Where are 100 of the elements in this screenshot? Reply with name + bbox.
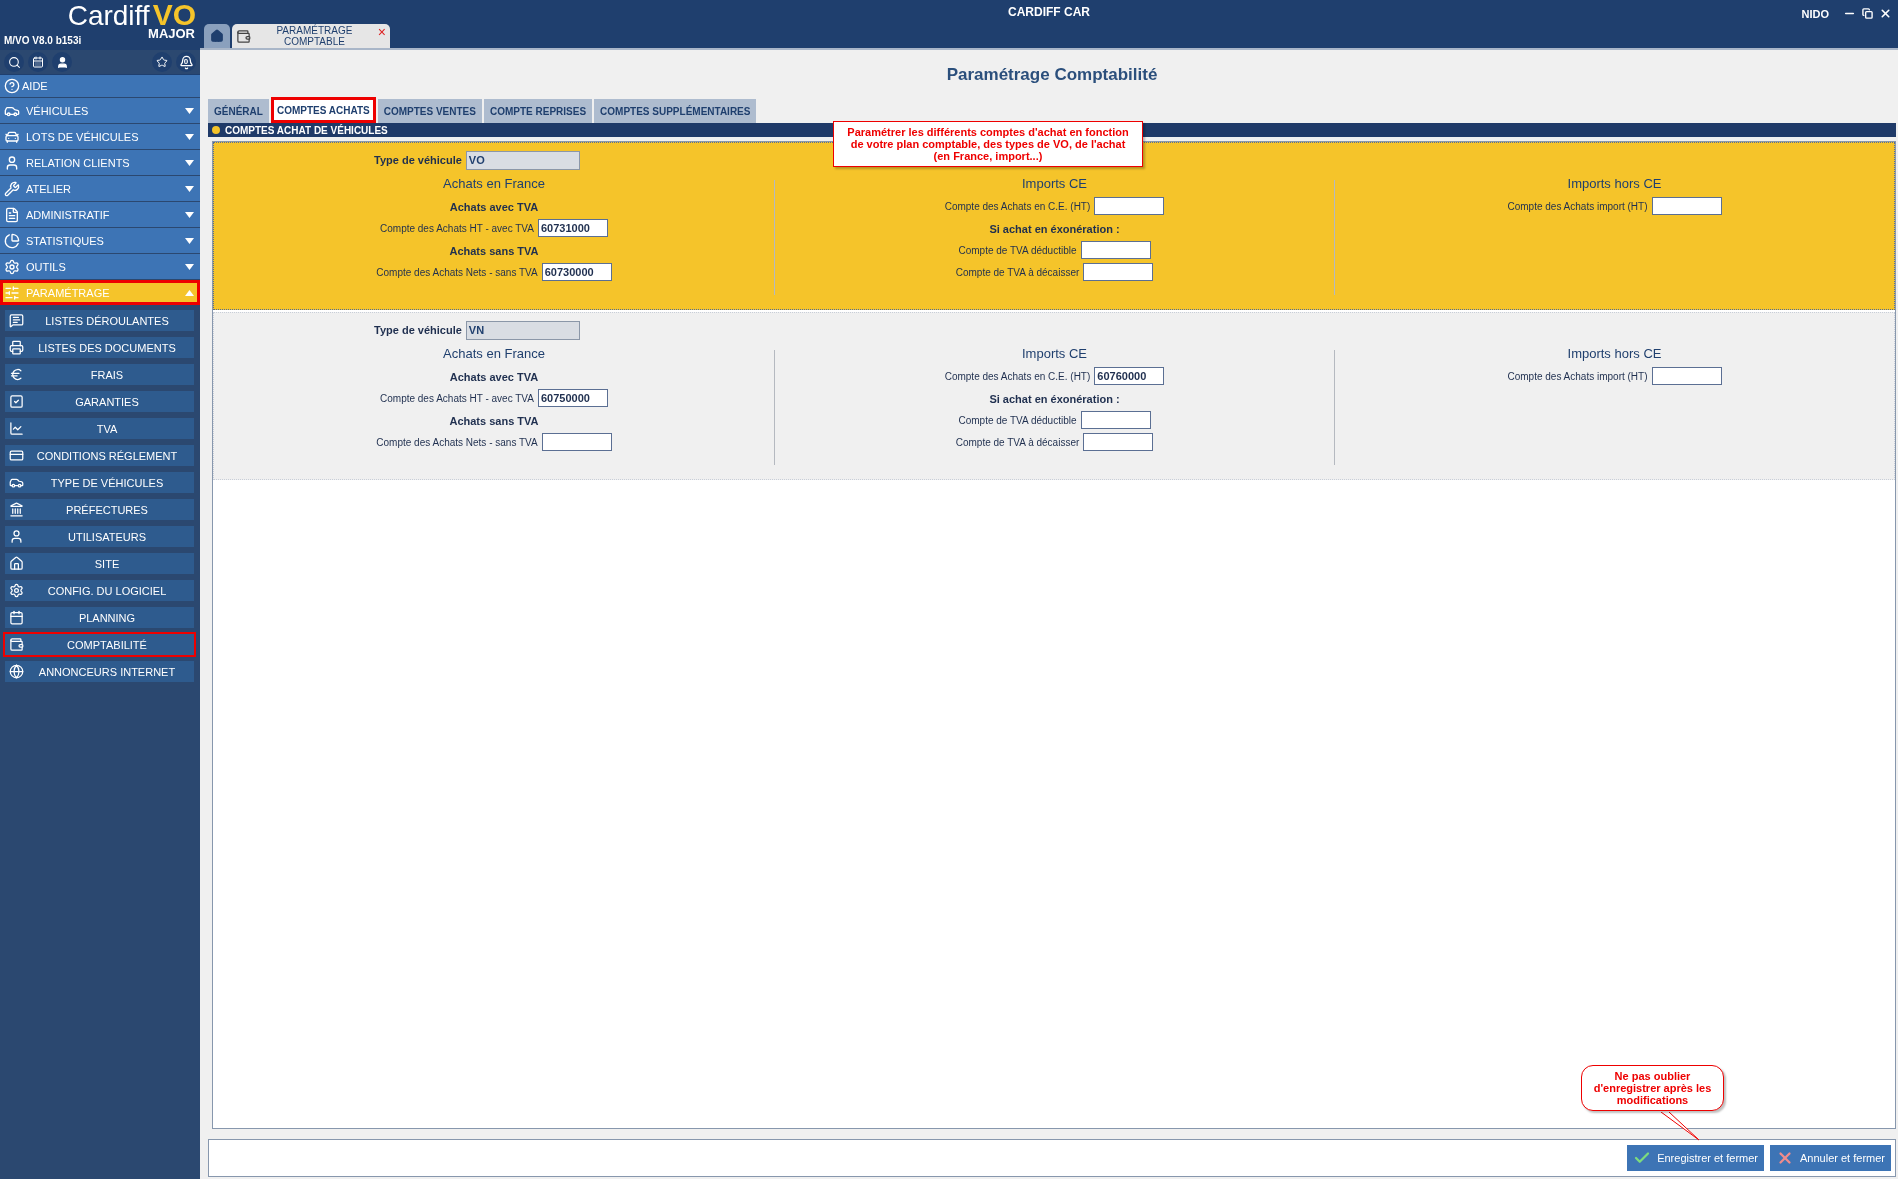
subheading: Si achat en éxonération : <box>989 223 1120 235</box>
field-label: Type de véhicule <box>374 154 462 166</box>
account-field[interactable] <box>1083 263 1154 281</box>
notifications-icon[interactable]: 0 <box>176 52 196 72</box>
sidebar-submenu-item[interactable]: COMPTABILITÉ <box>3 632 196 657</box>
field-label: Compte de TVA déductible <box>958 414 1077 426</box>
account-field[interactable] <box>1651 367 1722 385</box>
sidebar-submenu-item[interactable]: UTILISATEURS <box>3 524 196 549</box>
calendar-icon <box>9 610 24 625</box>
tab[interactable]: COMPTES SUPPLÉMENTAIRES <box>594 99 757 123</box>
field-label: Compte des Achats HT - avec TVA <box>380 222 534 234</box>
account-field[interactable]: 60750000 <box>538 389 608 407</box>
account-field[interactable] <box>1080 411 1151 429</box>
sidebar-menu-item[interactable]: ADMINISTRATIF <box>0 202 200 227</box>
tab[interactable]: COMPTES VENTES <box>377 99 482 123</box>
person-icon <box>9 529 24 544</box>
caret-down-icon <box>185 263 194 270</box>
sidebar-submenu-item[interactable]: PRÉFECTURES <box>3 497 196 522</box>
vehicle-type-field[interactable]: VN <box>465 320 580 340</box>
account-field[interactable] <box>1094 197 1165 215</box>
subheading: Achats avec TVA <box>449 371 539 383</box>
sidebar-submenu-item[interactable]: FRAIS <box>3 362 196 387</box>
sidebar-menu-item[interactable]: LOTS DE VÉHICULES <box>0 124 200 149</box>
field-label: Compte de TVA déductible <box>958 244 1077 256</box>
column-heading: Imports CE <box>1022 346 1087 361</box>
field-label: Type de véhicule <box>374 324 462 336</box>
globe-icon <box>9 664 24 679</box>
field-label: Compte des Achats en C.E. (HT) <box>944 370 1091 382</box>
person-icon[interactable] <box>52 52 72 72</box>
home-icon <box>210 29 224 43</box>
subheading: Si achat en éxonération : <box>989 393 1120 405</box>
caret-down-icon <box>185 107 194 114</box>
sidebar-submenu-item[interactable]: CONFIG. DU LOGICIEL <box>3 578 196 603</box>
sidebar-submenu-item[interactable]: LISTES DES DOCUMENTS <box>3 335 196 360</box>
column-heading: Imports hors CE <box>1567 346 1662 361</box>
column-heading: Imports hors CE <box>1567 176 1662 191</box>
column-heading: Achats en France <box>443 346 545 361</box>
field-label: Compte des Achats import (HT) <box>1507 200 1648 212</box>
account-field[interactable]: 60760000 <box>1094 367 1165 385</box>
calendar-icon[interactable] <box>28 52 48 72</box>
account-field[interactable] <box>541 433 612 451</box>
sidebar-menu-item[interactable]: STATISTIQUES <box>0 228 200 253</box>
sidebar-submenu-item[interactable]: TVA <box>3 416 196 441</box>
help-menu-item[interactable]: AIDE <box>0 75 200 97</box>
caret-down-icon <box>185 185 194 192</box>
notification-count: 0 <box>183 57 189 66</box>
caret-down-icon <box>185 159 194 166</box>
document-tab[interactable]: PARAMÉTRAGE COMPTABLE × <box>232 24 390 48</box>
tab[interactable]: COMPTE REPRISES <box>483 99 593 123</box>
tab[interactable]: COMPTES ACHATS <box>270 97 376 123</box>
sidebar-submenu-item[interactable]: ANNONCEURS INTERNET <box>3 659 196 684</box>
line-chart-icon <box>9 421 24 436</box>
tab[interactable]: GÉNÉRAL <box>208 99 269 123</box>
search-icon[interactable] <box>4 52 24 72</box>
sidebar-submenu-item[interactable]: SITE <box>3 551 196 576</box>
sidebar-submenu-item[interactable]: CONDITIONS RÉGLEMENT <box>3 443 196 468</box>
cross-icon <box>1776 1149 1794 1167</box>
sidebar-submenu-item[interactable]: PLANNING <box>3 605 196 630</box>
document-icon <box>4 206 20 223</box>
account-field[interactable] <box>1083 433 1154 451</box>
sidebar-menu-item[interactable]: OUTILS <box>0 254 200 279</box>
restore-icon[interactable] <box>1862 8 1873 19</box>
sidebar-menu-item[interactable]: VÉHICULES <box>0 98 200 123</box>
printer-icon <box>9 340 24 355</box>
checkbox-icon <box>9 394 24 409</box>
annotation-callout: Paramétrer les différents comptes d'achat en fonction de votre plan comptable, des types de VO, de l'achat (en France, import...) <box>833 121 1143 167</box>
sidebar-submenu-item[interactable]: TYPE DE VÉHICULES <box>3 470 196 495</box>
logo-text: Cardiff <box>67 3 150 29</box>
logo-accent: VO <box>152 2 196 28</box>
field-label: Compte des Achats Nets - sans TVA <box>376 436 538 448</box>
home-tab[interactable] <box>204 24 230 48</box>
version-label: M/VO V8.0 b153i <box>4 35 82 46</box>
subheading: Achats sans TVA <box>449 245 539 257</box>
sidebar-submenu-item[interactable]: LISTES DÉROULANTES <box>3 308 196 333</box>
save-button[interactable]: Enregistrer et fermer <box>1627 1145 1764 1171</box>
help-icon <box>4 78 20 94</box>
tools-icon <box>4 180 20 197</box>
subheading: Achats avec TVA <box>449 201 539 213</box>
account-field[interactable] <box>1651 197 1722 215</box>
sidebar-submenu-item[interactable]: GARANTIES <box>3 389 196 414</box>
close-icon[interactable] <box>1879 7 1892 20</box>
cancel-button[interactable]: Annuler et fermer <box>1770 1145 1891 1171</box>
caret-down-icon <box>185 133 194 140</box>
card-icon <box>9 448 24 463</box>
account-field[interactable] <box>1080 241 1151 259</box>
page-title: Paramétrage Comptabilité <box>945 64 1159 86</box>
wallet-icon <box>9 637 24 652</box>
field-label: Compte de TVA à décaisser <box>955 266 1080 278</box>
settings-icon <box>9 583 24 598</box>
account-field[interactable]: 60731000 <box>538 219 608 237</box>
wallet-icon <box>236 28 251 44</box>
vehicle-type-field[interactable]: VO <box>465 150 580 170</box>
sidebar-menu-item[interactable]: ATELIER <box>0 176 200 201</box>
pie-chart-icon <box>4 232 20 249</box>
bank-icon <box>9 502 24 517</box>
edition-label: MAJOR <box>148 26 195 41</box>
sliders-icon <box>4 284 20 301</box>
close-tab-icon[interactable]: × <box>377 24 386 40</box>
account-field[interactable]: 60730000 <box>541 263 612 281</box>
sidebar-menu-item[interactable]: RELATION CLIENTS <box>0 150 200 175</box>
